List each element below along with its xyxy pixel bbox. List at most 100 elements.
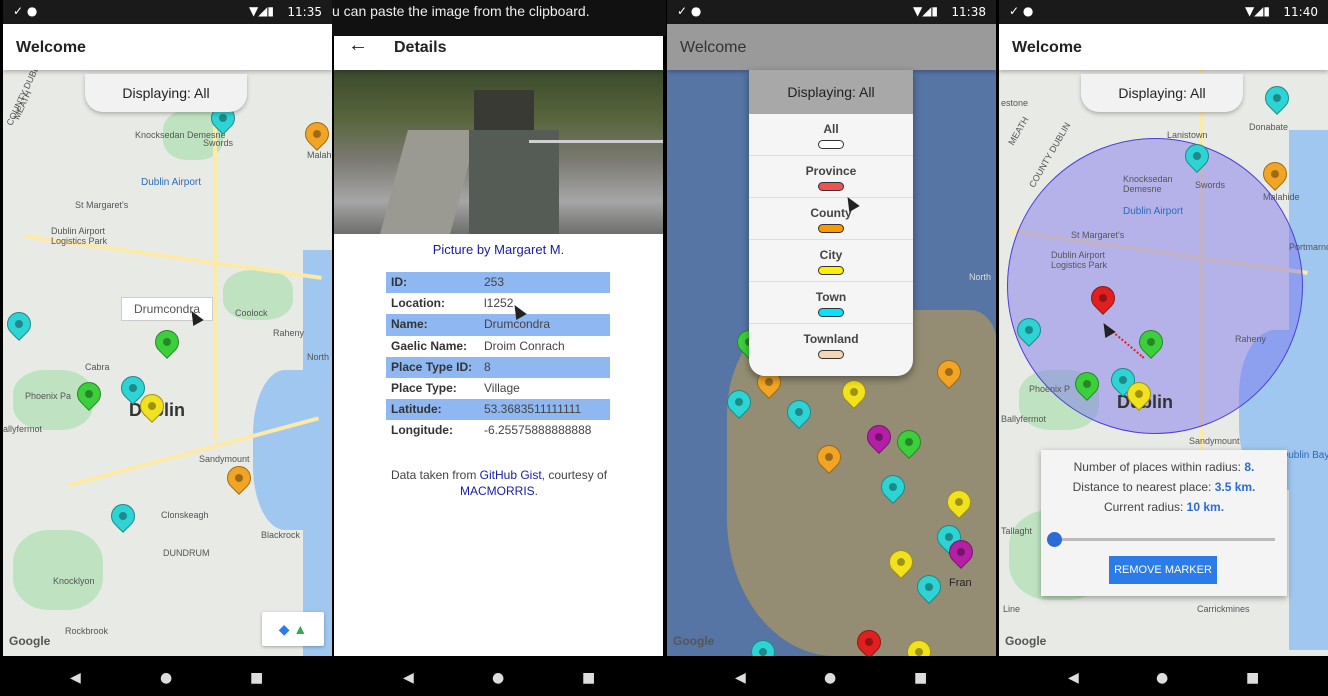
slider-thumb[interactable] [1047,532,1062,547]
recents-nav-icon[interactable]: ■ [250,670,263,686]
map-label: MEATH [1006,115,1031,147]
filter-option-province[interactable]: Province [749,156,913,198]
github-gist-link[interactable]: GitHub Gist [480,468,542,482]
detail-value: 8 [484,359,491,374]
back-nav-icon[interactable]: ◀ [70,670,81,686]
detail-key: Latitude: [391,402,442,417]
app-title: Welcome [680,39,747,56]
label: Number of places within radius: [1073,460,1245,474]
detail-row: Gaelic Name: Droim Conrach [386,336,610,357]
app-title: Welcome [1012,39,1082,56]
map-marker-county[interactable] [222,461,256,495]
map-label: Dublin Airport [1123,206,1184,217]
home-nav-icon[interactable]: ● [824,670,836,686]
current-radius-text: Current radius: 10 km. [1041,500,1287,514]
map-label: Phoenix P [1029,384,1071,394]
map-marker-county[interactable] [300,117,332,151]
directions-icon[interactable]: ◆ [279,621,290,637]
map-label: Raheny [273,328,305,338]
data-source-footer: Data taken from GitHub Gist, courtesy of… [364,467,634,499]
recents-nav-icon[interactable]: ■ [914,670,927,686]
dropdown-header[interactable]: Displaying: All [749,70,913,114]
detail-value: -6.25575888888888 [484,423,592,438]
back-arrow-icon[interactable]: ← [348,34,368,57]
current-radius-value: 10 km. [1186,500,1225,514]
screen-filter: ✓ ● ▼◢▮ 11:38 Welcome North Fran Google … [667,0,996,656]
android-nav-bar: ◀ ● ■ ◀ ● ■ ◀ ● ■ ◀ ● ■ [0,656,1328,696]
map-label: Rockbrook [65,626,109,636]
app-title: Welcome [16,39,86,56]
recents-nav-icon[interactable]: ■ [1246,670,1259,686]
map-label: Line [1003,604,1021,614]
screen-map-welcome: ✓ ● ▼◢▮ 11:35 Welcome Knocksedan Demesne… [3,0,332,656]
map-label: Knocklyon [53,576,95,586]
filter-chip[interactable]: Displaying: All [85,74,247,112]
option-color-swatch [818,350,844,359]
notification-icons: ✓ ● [13,4,38,18]
nearest-distance-value: 3.5 km. [1214,480,1256,494]
google-logo: Google [673,634,715,648]
detail-row: Latitude: 53.3683511111111 [386,399,610,421]
back-nav-icon[interactable]: ◀ [1068,670,1079,686]
map-toolbar[interactable]: ◆ ▲ [262,612,324,646]
map-label: estone [1001,98,1029,108]
option-label: City [819,248,843,262]
filter-option-townland[interactable]: Townland [749,324,913,366]
signal-battery-icons: ▼◢▮ [1244,4,1270,18]
filter-option-all[interactable]: All [749,114,913,156]
footer-text: Data taken from [390,468,480,482]
detail-key: Place Type: [391,380,457,395]
notification-icons: ✓ ● [1009,4,1034,18]
radius-slider[interactable] [1047,532,1275,547]
detail-row: Longitude: -6.25575888888888 [386,420,610,441]
app-bar: Welcome [999,24,1328,70]
footer-text: , courtesy of [541,468,608,482]
home-nav-icon[interactable]: ● [492,670,504,686]
recents-nav-icon[interactable]: ■ [582,670,595,686]
option-color-swatch [818,182,844,191]
filter-option-town[interactable]: Town [749,282,913,324]
macmorris-link[interactable]: MACMORRIS [460,484,535,498]
map-marker[interactable] [746,635,780,656]
filter-option-city[interactable]: City [749,240,913,282]
option-label: Town [815,290,847,304]
map-label: North [969,272,992,282]
filter-dropdown[interactable]: Displaying: All All Province County City… [749,70,913,376]
home-nav-icon[interactable]: ● [1156,670,1168,686]
map-label: Sandymount [199,454,250,464]
home-nav-icon[interactable]: ● [160,670,172,686]
back-nav-icon[interactable]: ◀ [403,670,414,686]
filter-option-county[interactable]: County [749,198,913,240]
screen-radius: ✓ ● ▼◢▮ 11:40 Welcome Donabate Lanistown… [999,0,1328,656]
app-title: Details [394,39,447,56]
filter-chip[interactable]: Displaying: All [1081,74,1243,112]
detail-value: Droim Conrach [484,338,565,353]
map-label: Swords [1195,180,1226,190]
photo-credit: Picture by Margaret M. [432,242,565,257]
map-label: Dublin Airport Logistics Park [1051,250,1108,270]
google-map[interactable]: Knocksedan Demesne Swords Dublin Airport… [3,70,332,656]
map-label: Carrickmines [1197,604,1250,614]
radius-panel: Number of places within radius: 8. Dista… [1041,450,1287,596]
detail-key: Name: [391,317,428,332]
back-nav-icon[interactable]: ◀ [735,670,746,686]
detail-key: Location: [391,296,445,311]
status-bar: ✓ ● ▼◢▮ 11:40 [999,0,1328,24]
remove-marker-button[interactable]: REMOVE MARKER [1109,556,1217,584]
map-marker-town[interactable] [1260,81,1294,115]
map-marker-village[interactable] [150,325,184,359]
google-logo: Google [9,634,51,648]
map-label: St Margaret's [75,200,129,210]
map-label: Portmarnock [1289,242,1328,252]
map-marker-town[interactable] [106,499,140,533]
google-maps-icon[interactable]: ▲ [293,621,307,637]
map-label: Dublin Airport Logistics Park [51,226,108,246]
option-color-swatch [818,224,844,233]
google-logo: Google [1005,634,1047,648]
map-label: Cabra [85,362,110,372]
detail-key: ID: [391,275,407,289]
option-label: All [823,122,839,136]
detail-row: Name: Drumcondra [386,314,610,336]
photo-wall [380,130,478,234]
map-marker-town[interactable] [3,307,36,341]
